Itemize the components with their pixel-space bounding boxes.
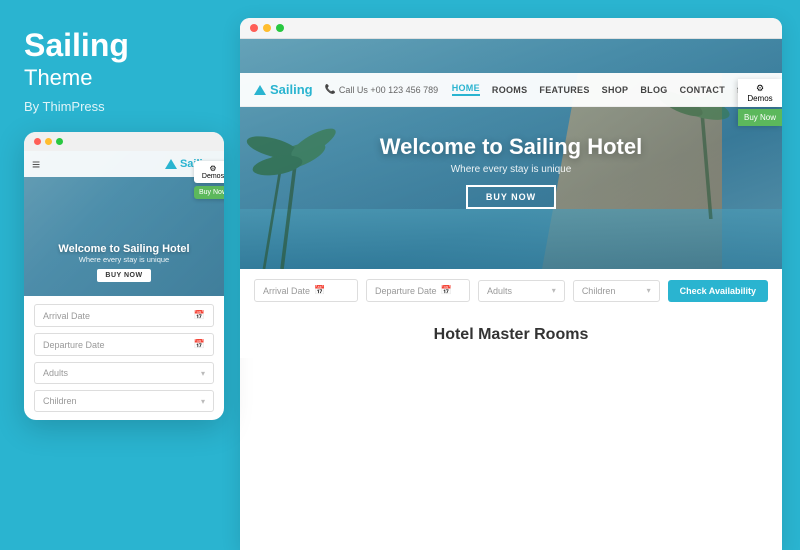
mobile-mockup: ≡ Sailing Welcome to Sailing Hotel Where…: [24, 132, 224, 420]
mobile-topbar: [24, 132, 224, 151]
demos-label: Demos: [202, 173, 224, 180]
arrival-date-label: Arrival Date: [263, 286, 310, 296]
adults-label-desktop: Adults: [487, 286, 512, 296]
check-availability-button[interactable]: Check Availability: [668, 280, 768, 302]
desktop-demos-button[interactable]: ⚙ Demos: [738, 79, 782, 107]
buy-label: Buy Now: [199, 189, 224, 196]
desktop-buy-side-button[interactable]: Buy Now: [738, 109, 782, 126]
mobile-adults-field[interactable]: Adults ▾: [34, 362, 214, 384]
chevron-down-icon-2: ▾: [201, 397, 205, 406]
phone-icon: 📞: [325, 84, 336, 95]
calendar-icon-departure: 📅: [441, 285, 452, 296]
nav-phone: 📞 Call Us +00 123 456 789: [325, 84, 439, 95]
hero-subtitle: Where every stay is unique: [451, 164, 572, 175]
desktop-hero: Sailing 📞 Call Us +00 123 456 789 HOME R…: [240, 39, 782, 269]
mobile-departure-field[interactable]: Departure Date 📅: [34, 333, 214, 356]
nav-features[interactable]: FEATURES: [539, 85, 589, 95]
mobile-buy-button[interactable]: BUY NOW: [97, 269, 150, 282]
logo-icon: [254, 85, 266, 95]
dot-red-desktop: [250, 24, 258, 32]
dot-green-desktop: [276, 24, 284, 32]
mobile-side-buttons: ⚙ Demos Buy Now: [194, 161, 224, 199]
buy-label-desktop: Buy Now: [744, 113, 776, 122]
hamburger-icon: ≡: [32, 156, 40, 172]
children-label-desktop: Children: [582, 286, 616, 296]
mobile-demos-button[interactable]: ⚙ Demos: [194, 161, 224, 183]
arrival-label: Arrival Date: [43, 311, 90, 321]
mobile-buy-side-button[interactable]: Buy Now: [194, 186, 224, 199]
mobile-booking-form: Arrival Date 📅 Departure Date 📅 Adults ▾…: [24, 296, 224, 420]
dot-red: [34, 138, 41, 145]
booking-bar: Arrival Date 📅 Departure Date 📅 Adults ▾…: [240, 269, 782, 312]
calendar-icon-2: 📅: [194, 339, 205, 350]
departure-date-field[interactable]: Departure Date 📅: [366, 279, 470, 302]
desktop-side-buttons: ⚙ Demos Buy Now: [738, 79, 782, 126]
logo-text: Sailing: [270, 82, 313, 97]
desktop-nav: Sailing 📞 Call Us +00 123 456 789 HOME R…: [240, 73, 782, 107]
nav-blog[interactable]: BLOG: [640, 85, 667, 95]
dot-yellow-desktop: [263, 24, 271, 32]
theme-subtitle: Theme: [24, 65, 216, 91]
nav-links: HOME ROOMS FEATURES SHOP BLOG CONTACT: [452, 83, 725, 96]
arrival-date-field[interactable]: Arrival Date 📅: [254, 279, 358, 302]
logo-triangle-icon: [165, 159, 177, 169]
desktop-logo: Sailing: [254, 82, 313, 97]
chevron-down-icon: ▾: [201, 369, 205, 378]
dot-green: [56, 138, 63, 145]
nav-shop[interactable]: SHOP: [602, 85, 629, 95]
hotel-section: Hotel Master Rooms: [240, 312, 782, 358]
desktop-topbar: [240, 18, 782, 39]
nav-contact[interactable]: CONTACT: [680, 85, 725, 95]
mobile-arrival-field[interactable]: Arrival Date 📅: [34, 304, 214, 327]
nav-home[interactable]: HOME: [452, 83, 480, 96]
adults-label: Adults: [43, 368, 68, 378]
right-panel: Sailing 📞 Call Us +00 123 456 789 HOME R…: [240, 18, 782, 550]
hotel-section-title: Hotel Master Rooms: [254, 326, 768, 344]
desktop-content: Sailing 📞 Call Us +00 123 456 789 HOME R…: [240, 39, 782, 550]
departure-label: Departure Date: [43, 340, 105, 350]
children-label: Children: [43, 396, 77, 406]
gear-icon-desktop: ⚙: [756, 83, 764, 94]
departure-date-label: Departure Date: [375, 286, 437, 296]
children-select[interactable]: Children ▾: [573, 280, 660, 302]
hero-title: Welcome to Sailing Hotel: [380, 134, 642, 160]
calendar-icon-arrival: 📅: [314, 285, 325, 296]
mobile-hero: ≡ Sailing Welcome to Sailing Hotel Where…: [24, 151, 224, 296]
theme-title: Sailing: [24, 28, 216, 63]
dot-yellow: [45, 138, 52, 145]
hero-buy-button[interactable]: BUY NOW: [466, 185, 556, 209]
calendar-icon: 📅: [194, 310, 205, 321]
palm-left-icon: [240, 89, 360, 269]
nav-rooms[interactable]: ROOMS: [492, 85, 528, 95]
left-panel: Sailing Theme By ThimPress ≡ Sailing Wel…: [0, 0, 240, 550]
mobile-hero-title: Welcome to Sailing Hotel: [58, 243, 189, 255]
mobile-hero-subtitle: Where every stay is unique: [79, 255, 169, 264]
chevron-adults-icon: ▾: [552, 286, 556, 295]
gear-icon: ⚙: [209, 164, 216, 173]
mobile-children-field[interactable]: Children ▾: [34, 390, 214, 412]
phone-text: Call Us +00 123 456 789: [339, 85, 438, 95]
theme-by: By ThimPress: [24, 99, 216, 114]
chevron-children-icon: ▾: [647, 286, 651, 295]
adults-select[interactable]: Adults ▾: [478, 280, 565, 302]
demos-label-desktop: Demos: [747, 94, 772, 103]
